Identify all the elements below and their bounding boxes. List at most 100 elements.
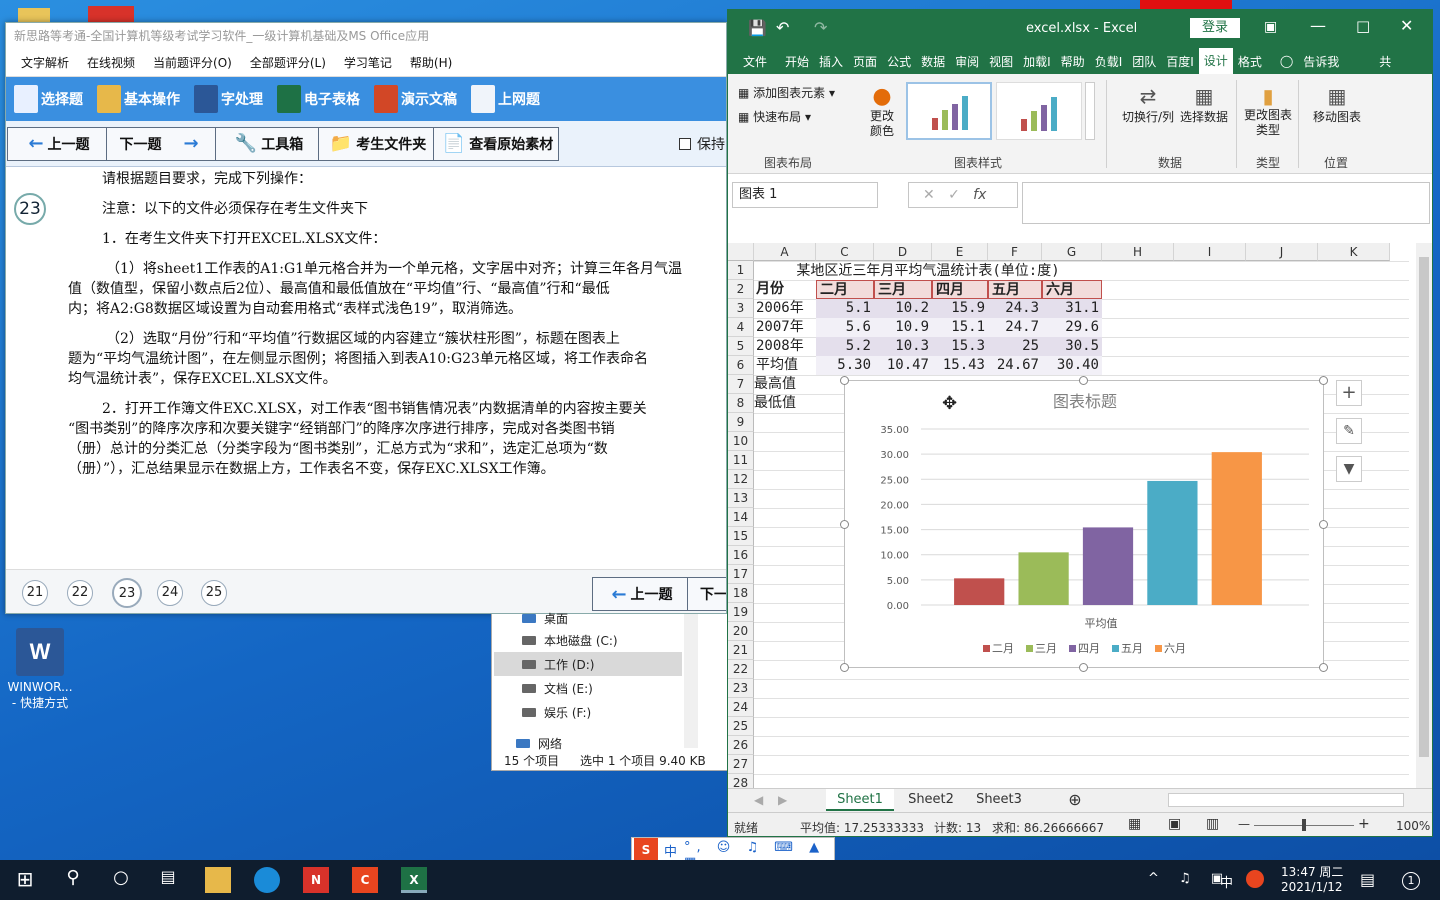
ribbon-display-icon[interactable]: ▣ <box>1264 19 1277 35</box>
notification-center-icon[interactable]: ▤ <box>1360 870 1375 889</box>
table-cell[interactable]: 24.7 <box>988 318 1042 337</box>
row-header[interactable]: 19 <box>728 603 754 622</box>
edge-icon[interactable] <box>254 867 280 893</box>
col-header[interactable]: K <box>1318 243 1390 261</box>
row-header[interactable]: 10 <box>728 432 754 451</box>
table-cell[interactable]: 六月 <box>1042 280 1102 299</box>
row-header[interactable]: 24 <box>728 698 754 717</box>
file-explorer-icon[interactable] <box>205 867 231 893</box>
explorer-item-d[interactable]: 工作 (D:) <box>522 656 594 673</box>
module-web[interactable]: 上网题 <box>467 85 544 113</box>
row-header[interactable]: 15 <box>728 527 754 546</box>
notification-count[interactable]: 1 <box>1402 872 1420 890</box>
table-cell[interactable]: 2006年 <box>754 299 816 318</box>
tab-data[interactable]: 数据 <box>916 53 950 70</box>
formula-input[interactable] <box>1022 182 1430 224</box>
row-header[interactable]: 3 <box>728 299 754 318</box>
tab-insert[interactable]: 插入 <box>814 53 848 70</box>
page-layout-icon[interactable]: ▣ <box>1168 816 1181 832</box>
row-header[interactable]: 22 <box>728 660 754 679</box>
module-excel[interactable]: 电子表格 <box>273 85 364 113</box>
add-chart-element-button[interactable]: ▦ 添加图表元素 ▾ <box>738 84 835 101</box>
windows-start-icon[interactable]: ⊞ <box>12 867 38 893</box>
sheet-nav-left-icon[interactable]: ◀ <box>754 793 763 807</box>
table-cell[interactable]: 四月 <box>932 280 988 299</box>
table-cell[interactable]: 二月 <box>816 280 874 299</box>
table-cell[interactable]: 五月 <box>988 280 1042 299</box>
row-header[interactable]: 2 <box>728 280 754 299</box>
add-sheet-icon[interactable]: ⊕ <box>1064 789 1086 811</box>
vertical-scrollbar[interactable] <box>1416 243 1432 788</box>
style-gallery-scroll[interactable] <box>1085 82 1095 140</box>
table-cell[interactable]: 月份 <box>754 280 816 299</box>
row-header[interactable]: 9 <box>728 413 754 432</box>
row-header[interactable]: 6 <box>728 356 754 375</box>
tab-review[interactable]: 审阅 <box>950 53 984 70</box>
page-21[interactable]: 21 <box>22 580 48 606</box>
tab-home[interactable]: 开始 <box>780 53 814 70</box>
col-header[interactable]: H <box>1102 243 1174 261</box>
resize-handle[interactable] <box>1079 376 1088 385</box>
cell-A1[interactable]: 某地区近三年月平均气温统计表(单位:度) <box>756 262 1100 281</box>
row-header[interactable]: 20 <box>728 622 754 641</box>
explorer-item-c[interactable]: 本地磁盘 (C:) <box>522 632 618 649</box>
tab-file[interactable]: 文件 <box>738 53 772 70</box>
zoom-slider-thumb[interactable] <box>1302 819 1306 831</box>
normal-view-icon[interactable]: ▦ <box>1128 816 1141 832</box>
row-header[interactable]: 8 <box>728 394 754 413</box>
task-view-icon[interactable]: ▤ <box>155 867 181 893</box>
resize-handle[interactable] <box>1319 663 1328 672</box>
resize-handle[interactable] <box>840 520 849 529</box>
table-cell[interactable]: 15.43 <box>932 356 988 375</box>
menu-help[interactable]: 帮助(H) <box>410 54 452 71</box>
change-chart-type-button[interactable]: ▮ 更改图表类型 <box>1242 84 1294 138</box>
col-header[interactable]: G <box>1042 243 1102 261</box>
clock-date[interactable]: 2021/1/12 <box>1281 880 1343 894</box>
table-cell[interactable]: 30.5 <box>1042 337 1102 356</box>
explorer-item-desktop[interactable]: 桌面 <box>522 610 568 627</box>
footer-next-button[interactable]: 下一 <box>687 577 726 611</box>
sheet-tab-2[interactable]: Sheet2 <box>898 789 964 811</box>
minimize-icon[interactable]: — <box>1310 16 1326 35</box>
chart-elements-plus-icon[interactable]: + <box>1336 380 1362 406</box>
col-header[interactable]: J <box>1246 243 1318 261</box>
tab-format[interactable]: 格式 <box>1233 53 1267 70</box>
menu-notes[interactable]: 学习笔记 <box>344 54 392 71</box>
col-header[interactable]: I <box>1174 243 1246 261</box>
page-23[interactable]: 23 <box>112 578 142 608</box>
name-box[interactable]: 图表 1 <box>732 182 878 208</box>
chart-styles-brush-icon[interactable]: ✎ <box>1336 418 1362 444</box>
module-basic[interactable]: 基本操作 <box>93 85 184 113</box>
table-cell[interactable]: 24.67 <box>988 356 1042 375</box>
table-cell[interactable]: 最高值 <box>754 375 816 394</box>
tab-load[interactable]: 负载I <box>1090 53 1128 70</box>
sogou-icon[interactable]: S <box>634 838 658 862</box>
sheet-nav-right-icon[interactable]: ▶ <box>778 793 787 807</box>
table-cell[interactable]: 2008年 <box>754 337 816 356</box>
search-icon[interactable]: ⚲ <box>60 867 86 893</box>
row-header[interactable]: 5 <box>728 337 754 356</box>
explorer-item-f[interactable]: 娱乐 (F:) <box>522 704 591 721</box>
table-cell[interactable]: 平均值 <box>754 356 816 375</box>
zoom-level[interactable]: 100% <box>1396 819 1430 833</box>
app-icon[interactable] <box>88 6 134 22</box>
next-button[interactable]: 下一题 → <box>106 126 216 161</box>
resize-handle[interactable] <box>840 376 849 385</box>
table-cell[interactable]: 5.6 <box>816 318 874 337</box>
maximize-icon[interactable]: □ <box>1356 17 1370 35</box>
resize-handle[interactable] <box>1079 663 1088 672</box>
tab-formula[interactable]: 公式 <box>882 53 916 70</box>
row-header[interactable]: 21 <box>728 641 754 660</box>
zoom-in-icon[interactable]: + <box>1358 816 1370 832</box>
prev-button[interactable]: ← 上一题 <box>7 126 107 161</box>
n-app-icon[interactable]: N <box>303 867 329 893</box>
tab-design[interactable]: 设计 <box>1198 48 1233 74</box>
horizontal-scrollbar[interactable] <box>1168 793 1404 807</box>
col-header[interactable]: C <box>816 243 874 261</box>
col-header[interactable]: F <box>988 243 1042 261</box>
resize-handle[interactable] <box>1319 376 1328 385</box>
page-24[interactable]: 24 <box>157 580 183 606</box>
table-cell[interactable]: 25 <box>988 337 1042 356</box>
table-cell[interactable]: 10.9 <box>874 318 932 337</box>
row-header[interactable]: 14 <box>728 508 754 527</box>
